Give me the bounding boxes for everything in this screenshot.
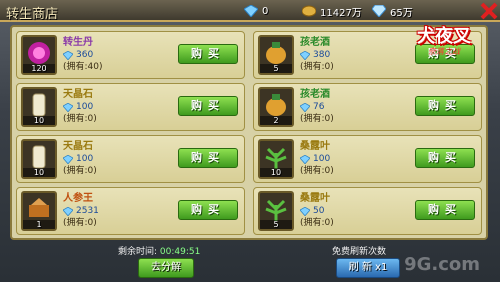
- item-owned: (拥有:0): [63, 114, 97, 124]
- decompose-button[interactable]: 去分解: [138, 258, 194, 278]
- herb-icon: 10: [258, 139, 294, 179]
- wine-jar-icon: 2: [258, 87, 294, 127]
- buy-button[interactable]: 购买: [178, 44, 238, 64]
- remaining-time: 剩余时间: 00:49:51: [118, 244, 200, 257]
- crystal-icon: [63, 154, 73, 164]
- item-owned: (拥有:0): [300, 166, 334, 176]
- page-title: 转生商店: [6, 7, 59, 22]
- item-owned: (拥有:40): [63, 62, 103, 72]
- item-price-value: 76: [313, 102, 325, 112]
- item-owned: (拥有:0): [63, 218, 97, 228]
- item-count: 10: [260, 168, 292, 177]
- item-price: 2531: [63, 205, 149, 217]
- diamond-counter: 65万: [372, 4, 413, 19]
- buy-button[interactable]: 购买: [178, 96, 238, 116]
- item-price-value: 100: [313, 154, 331, 164]
- diamond-value: 65万: [390, 7, 413, 19]
- item-price: 50: [300, 205, 386, 217]
- shop-item: 2 孩老酒 76 (拥有:0) 购买: [253, 83, 482, 131]
- item-price: 360: [63, 49, 149, 61]
- item-price-value: 2531: [76, 206, 99, 216]
- item-count: 10: [23, 168, 55, 177]
- item-name: 桑露叶: [300, 193, 330, 204]
- herb-icon: 5: [258, 191, 294, 231]
- pill-icon: 120: [21, 35, 57, 75]
- crystal-icon: [244, 5, 258, 17]
- item-name: 转生丹: [63, 37, 93, 48]
- crystal-icon: [63, 206, 73, 216]
- buy-button[interactable]: 购买: [178, 200, 238, 220]
- item-price-value: 100: [76, 102, 94, 112]
- item-price-value: 380: [313, 50, 331, 60]
- gold-value: 11427万: [320, 7, 362, 19]
- timer-value: 00:49:51: [159, 247, 201, 257]
- shop-item: 10 天晶石 100 (拥有:0) 购买: [16, 135, 245, 183]
- logo-main-text: 犬夜叉: [417, 26, 471, 47]
- item-owned: (拥有:0): [300, 218, 334, 228]
- crystal-icon: [300, 50, 310, 60]
- item-price-value: 360: [76, 50, 94, 60]
- item-name: 孩老酒: [300, 89, 330, 100]
- item-name: 孩老酒: [300, 37, 330, 48]
- item-price-value: 100: [76, 154, 94, 164]
- item-name: 人参王: [63, 193, 93, 204]
- item-owned: (拥有:0): [63, 166, 97, 176]
- item-owned: (拥有:0): [300, 114, 334, 124]
- wine-jar-icon: 5: [258, 35, 294, 75]
- item-price: 100: [63, 153, 149, 165]
- crystal-icon: [300, 206, 310, 216]
- diamond-icon: [372, 5, 386, 17]
- scroll-icon: 10: [21, 87, 57, 127]
- shop-item: 10 桑露叶 100 (拥有:0) 购买: [253, 135, 482, 183]
- item-count: 10: [23, 116, 55, 125]
- buy-button[interactable]: 购买: [178, 148, 238, 168]
- buy-button[interactable]: 购买: [415, 200, 475, 220]
- crystal-counter: 0: [244, 4, 268, 18]
- shop-item: 5 桑露叶 50 (拥有:0) 购买: [253, 187, 482, 235]
- timer-label: 剩余时间:: [118, 247, 158, 257]
- crystal-icon: [300, 102, 310, 112]
- crystal-value: 0: [262, 5, 269, 17]
- top-bar: 转生商店 0 11427万 65万: [0, 0, 500, 22]
- shop-item: 1 人参王 2531 (拥有:0) 购买: [16, 187, 245, 235]
- ginseng-icon: 1: [21, 191, 57, 231]
- game-logo: 犬夜叉 奈落之战: [410, 22, 478, 66]
- item-count: 1: [23, 220, 55, 229]
- scroll-icon: 10: [21, 139, 57, 179]
- item-count: 5: [260, 220, 292, 229]
- buy-button[interactable]: 购买: [415, 96, 475, 116]
- item-count: 120: [23, 64, 55, 73]
- item-owned: (拥有:0): [300, 62, 334, 72]
- shop-item: 10 天晶石 100 (拥有:0) 购买: [16, 83, 245, 131]
- crystal-icon: [63, 102, 73, 112]
- item-price: 100: [300, 153, 386, 165]
- free-refresh-label: 免费刷新次数: [332, 247, 387, 257]
- item-count: 2: [260, 116, 292, 125]
- item-price: 76: [300, 101, 386, 113]
- shop-item: 120 转生丹 360 (拥有:40) 购买: [16, 31, 245, 79]
- item-price: 380: [300, 49, 386, 61]
- gold-counter: 11427万: [302, 4, 362, 19]
- watermark-text: 9G.com: [404, 254, 480, 275]
- refresh-button[interactable]: 刷 新 x1: [336, 258, 400, 278]
- buy-button[interactable]: 购买: [415, 148, 475, 168]
- crystal-icon: [63, 50, 73, 60]
- item-price-value: 50: [313, 206, 325, 216]
- crystal-icon: [300, 154, 310, 164]
- item-name: 桑露叶: [300, 141, 330, 152]
- item-name: 天晶石: [63, 89, 93, 100]
- item-name: 天晶石: [63, 141, 93, 152]
- gold-icon: [302, 5, 316, 17]
- item-price: 100: [63, 101, 149, 113]
- close-icon[interactable]: [478, 0, 500, 22]
- item-count: 5: [260, 64, 292, 73]
- footer-bar: 剩余时间: 00:49:51 去分解 免费刷新次数 刷 新 x1 9G.com: [0, 240, 500, 282]
